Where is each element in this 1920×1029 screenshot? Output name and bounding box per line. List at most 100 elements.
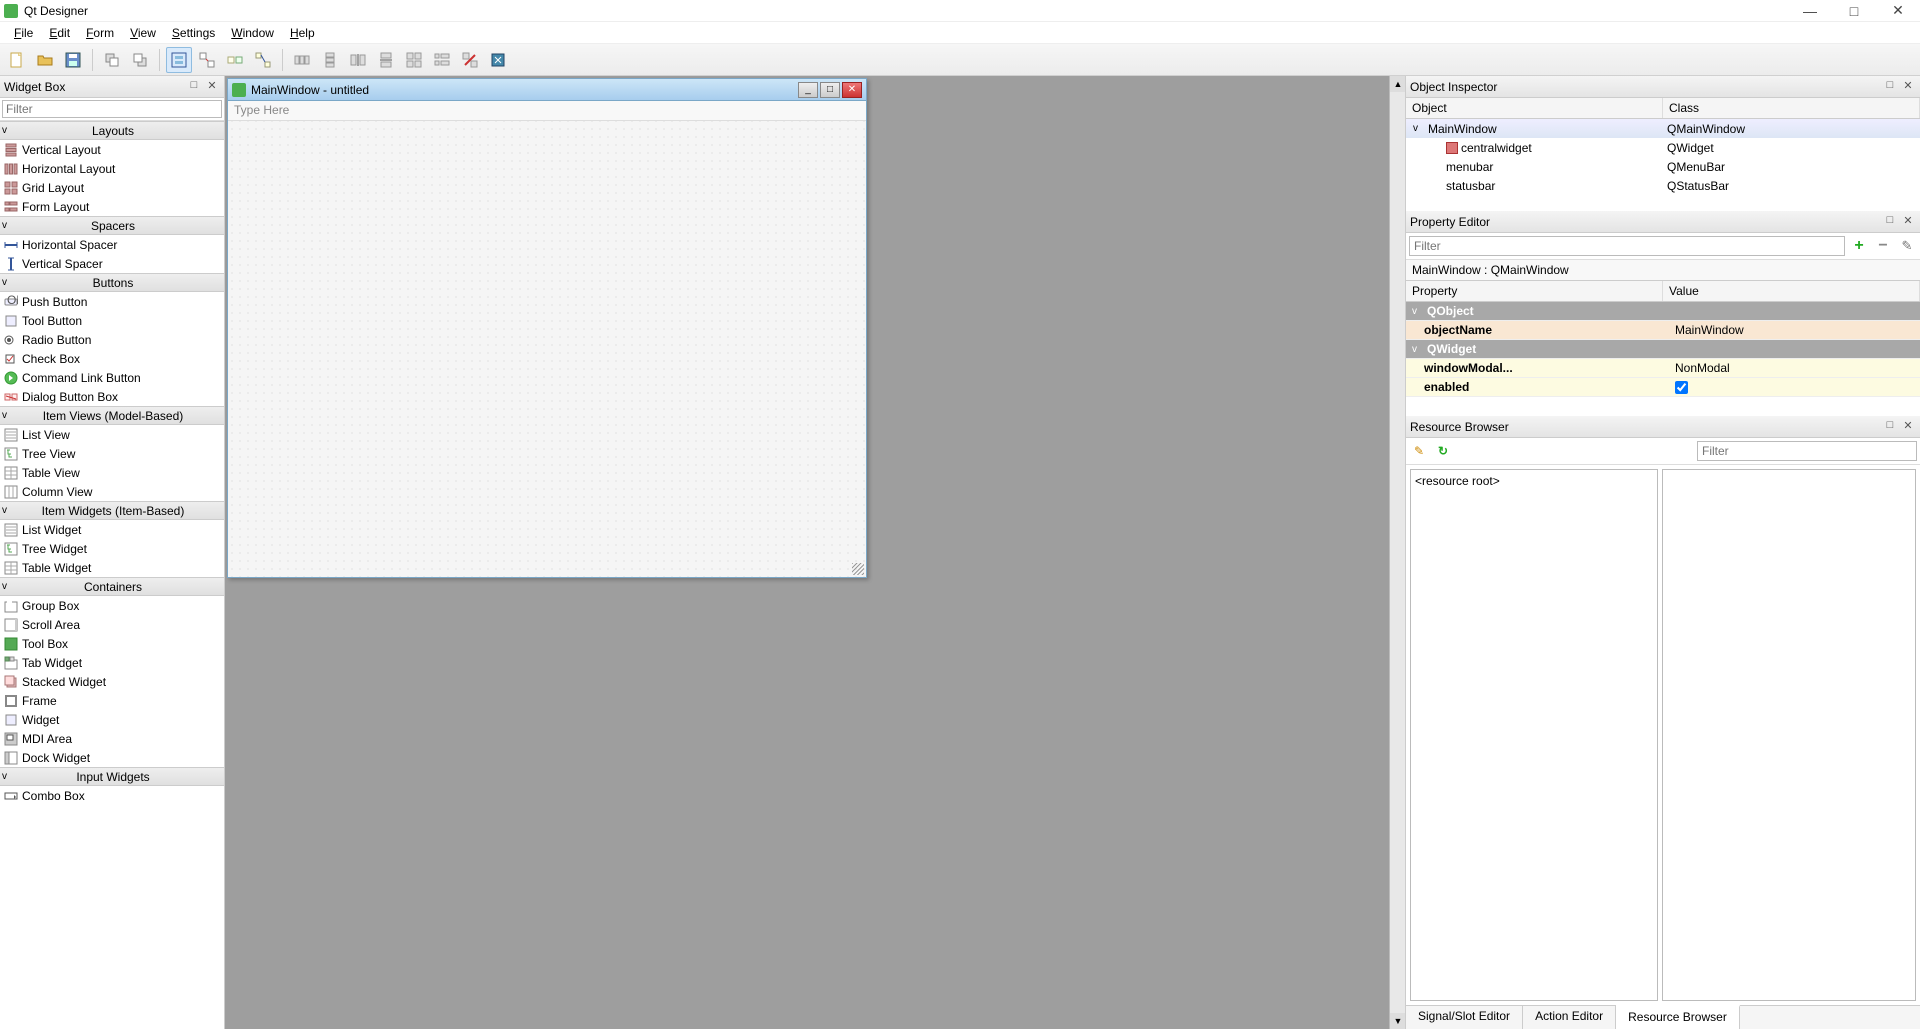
category-header[interactable]: vItem Widgets (Item-Based) xyxy=(0,501,224,520)
reload-resources-button[interactable]: ↻ xyxy=(1433,441,1453,461)
edit-resources-button[interactable]: ✎ xyxy=(1409,441,1429,461)
object-tree-row[interactable]: centralwidgetQWidget xyxy=(1406,138,1920,157)
widget-item[interactable]: Table Widget xyxy=(0,558,224,577)
widget-item[interactable]: Dock Widget xyxy=(0,748,224,767)
save-file-button[interactable] xyxy=(60,47,86,73)
widget-item[interactable]: Vertical Spacer xyxy=(0,254,224,273)
resize-grip-icon[interactable] xyxy=(852,563,864,575)
widget-item[interactable]: Horizontal Spacer xyxy=(0,235,224,254)
widget-item[interactable]: Tool Button xyxy=(0,311,224,330)
widget-item[interactable]: Horizontal Layout xyxy=(0,159,224,178)
menu-edit[interactable]: Edit xyxy=(41,24,78,42)
property-editor-float-button[interactable]: □ xyxy=(1882,214,1898,230)
property-editor-grid[interactable]: vQObjectobjectNameMainWindowvQWidgetwind… xyxy=(1406,302,1920,416)
resource-browser-close-button[interactable]: ✕ xyxy=(1900,419,1916,435)
object-tree-row[interactable]: menubarQMenuBar xyxy=(1406,157,1920,176)
widget-item[interactable]: Frame xyxy=(0,691,224,710)
property-name-column-header[interactable]: Property xyxy=(1406,281,1663,301)
layout-vertical-button[interactable] xyxy=(317,47,343,73)
widget-item[interactable]: Table View xyxy=(0,463,224,482)
property-group-row[interactable]: vQWidget xyxy=(1406,340,1920,359)
widget-item[interactable]: Dialog Button Box xyxy=(0,387,224,406)
menu-window[interactable]: Window xyxy=(223,24,282,42)
property-row[interactable]: objectNameMainWindow xyxy=(1406,321,1920,340)
menu-form[interactable]: Form xyxy=(78,24,122,42)
form-menubar-placeholder[interactable]: Type Here xyxy=(228,101,866,121)
resource-tree[interactable]: <resource root> xyxy=(1410,469,1658,1001)
widget-item[interactable]: Combo Box xyxy=(0,786,224,805)
bottom-tab[interactable]: Action Editor xyxy=(1523,1006,1616,1029)
edit-signals-button[interactable] xyxy=(194,47,220,73)
object-inspector-close-button[interactable]: ✕ xyxy=(1900,79,1916,95)
send-to-back-button[interactable] xyxy=(99,47,125,73)
widget-item[interactable]: Tree Widget xyxy=(0,539,224,558)
category-header[interactable]: vButtons xyxy=(0,273,224,292)
widget-item[interactable]: OKPush Button xyxy=(0,292,224,311)
category-header[interactable]: vLayouts xyxy=(0,121,224,140)
property-row[interactable]: enabled xyxy=(1406,378,1920,397)
bottom-tab[interactable]: Resource Browser xyxy=(1616,1005,1740,1029)
widget-item[interactable]: Tool Box xyxy=(0,634,224,653)
maximize-button[interactable]: □ xyxy=(1846,3,1862,19)
widget-item[interactable]: Form Layout xyxy=(0,197,224,216)
widget-box-float-button[interactable]: □ xyxy=(186,79,202,95)
widget-item[interactable]: MDI Area xyxy=(0,729,224,748)
widget-item[interactable]: Tree View xyxy=(0,444,224,463)
resource-browser-filter-input[interactable] xyxy=(1697,441,1917,461)
menu-view[interactable]: View xyxy=(122,24,164,42)
layout-form-button[interactable] xyxy=(429,47,455,73)
object-column-header[interactable]: Object xyxy=(1406,98,1663,118)
widget-box-close-button[interactable]: ✕ xyxy=(204,79,220,95)
minimize-button[interactable]: — xyxy=(1802,3,1818,19)
widget-item[interactable]: Column View xyxy=(0,482,224,501)
widget-item[interactable]: Stacked Widget xyxy=(0,672,224,691)
resource-browser-float-button[interactable]: □ xyxy=(1882,419,1898,435)
widget-item[interactable]: Widget xyxy=(0,710,224,729)
new-file-button[interactable] xyxy=(4,47,30,73)
center-vertical-scrollbar[interactable]: ▲ ▼ xyxy=(1389,76,1405,1029)
property-editor-filter-input[interactable] xyxy=(1409,236,1845,256)
layout-horizontal-button[interactable] xyxy=(289,47,315,73)
subwindow-minimize-button[interactable]: _ xyxy=(798,82,818,98)
form-canvas[interactable]: Type Here xyxy=(228,101,866,577)
open-file-button[interactable] xyxy=(32,47,58,73)
close-button[interactable]: ✕ xyxy=(1890,3,1906,19)
layout-vertical-splitter-button[interactable] xyxy=(373,47,399,73)
menu-help[interactable]: Help xyxy=(282,24,323,42)
category-header[interactable]: vContainers xyxy=(0,577,224,596)
subwindow-maximize-button[interactable]: □ xyxy=(820,82,840,98)
add-dynamic-property-button[interactable]: + xyxy=(1849,236,1869,256)
widget-item[interactable]: Command Link Button xyxy=(0,368,224,387)
category-header[interactable]: vSpacers xyxy=(0,216,224,235)
widget-box-filter-input[interactable] xyxy=(2,100,222,118)
widget-item[interactable]: Check Box xyxy=(0,349,224,368)
menu-file[interactable]: File xyxy=(6,24,41,42)
resource-root-item[interactable]: <resource root> xyxy=(1415,474,1653,488)
object-inspector-float-button[interactable]: □ xyxy=(1882,79,1898,95)
form-design-area[interactable]: MainWindow - untitled _ □ ✕ Type Here ▲ … xyxy=(225,76,1405,1029)
bring-to-front-button[interactable] xyxy=(127,47,153,73)
property-group-row[interactable]: vQObject xyxy=(1406,302,1920,321)
widget-item[interactable]: Tab Widget xyxy=(0,653,224,672)
widget-item[interactable]: Group Box xyxy=(0,596,224,615)
remove-dynamic-property-button[interactable]: − xyxy=(1873,236,1893,256)
object-tree-row[interactable]: vMainWindowQMainWindow xyxy=(1406,119,1920,138)
widget-item[interactable]: List View xyxy=(0,425,224,444)
property-config-button[interactable]: ✎ xyxy=(1897,236,1917,256)
form-subwindow[interactable]: MainWindow - untitled _ □ ✕ Type Here xyxy=(227,78,867,578)
category-header[interactable]: vInput Widgets xyxy=(0,767,224,786)
category-header[interactable]: vItem Views (Model-Based) xyxy=(0,406,224,425)
widget-item[interactable]: Grid Layout xyxy=(0,178,224,197)
widget-item[interactable]: Radio Button xyxy=(0,330,224,349)
layout-horizontal-splitter-button[interactable] xyxy=(345,47,371,73)
widget-item[interactable]: List Widget xyxy=(0,520,224,539)
subwindow-close-button[interactable]: ✕ xyxy=(842,82,862,98)
layout-grid-button[interactable] xyxy=(401,47,427,73)
edit-widgets-button[interactable] xyxy=(166,47,192,73)
object-tree-row[interactable]: statusbarQStatusBar xyxy=(1406,176,1920,195)
property-checkbox[interactable] xyxy=(1675,381,1688,394)
scroll-up-button[interactable]: ▲ xyxy=(1390,76,1405,92)
object-inspector-tree[interactable]: vMainWindowQMainWindowcentralwidgetQWidg… xyxy=(1406,119,1920,211)
property-value-column-header[interactable]: Value xyxy=(1663,281,1920,301)
bottom-tab[interactable]: Signal/Slot Editor xyxy=(1406,1006,1523,1029)
